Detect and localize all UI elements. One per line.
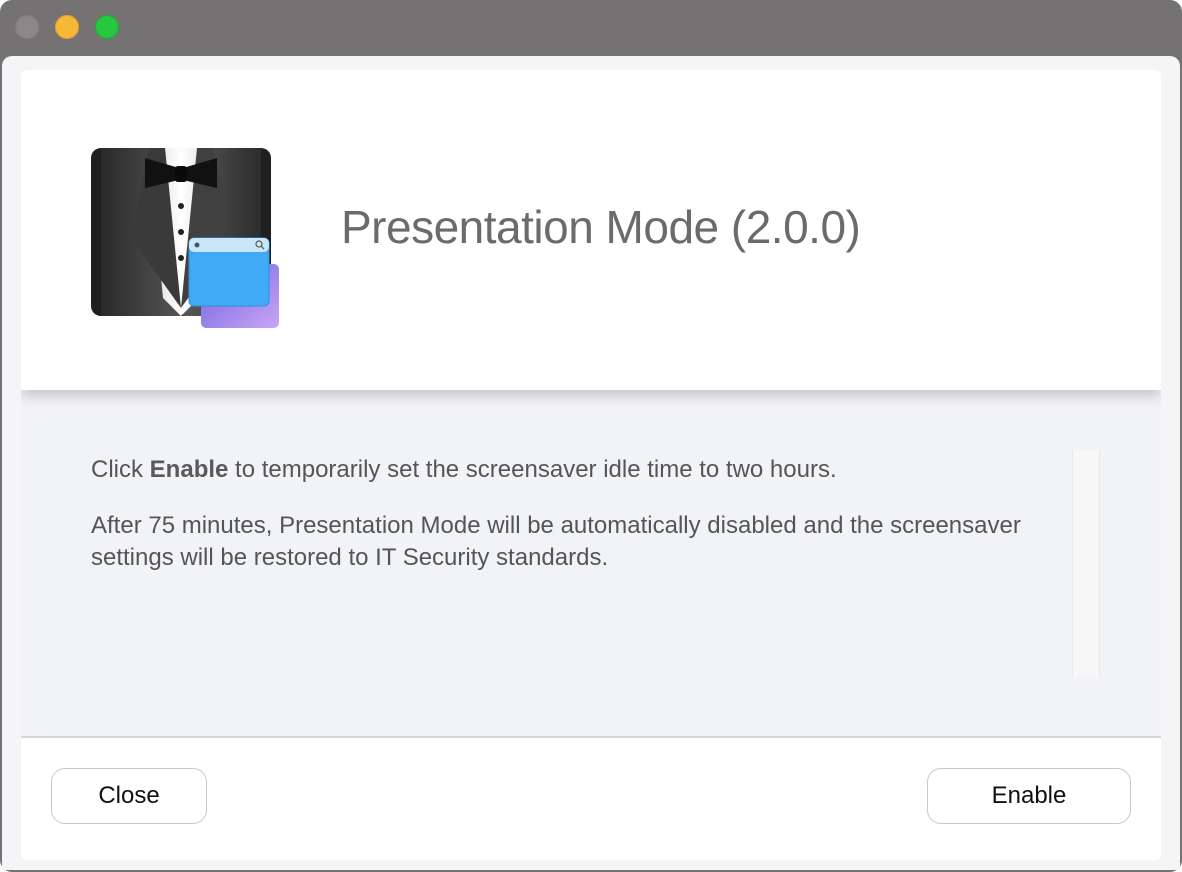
dialog-panel: Presentation Mode (2.0.0) Click Enable t… [21, 70, 1161, 860]
title-bar[interactable] [0, 0, 1182, 56]
instruction-bold-enable: Enable [149, 456, 229, 483]
dialog-header: Presentation Mode (2.0.0) [21, 70, 1161, 390]
instruction-text: Click Enable to temporarily set the scre… [91, 454, 1021, 486]
app-window: Presentation Mode (2.0.0) Click Enable t… [0, 0, 1182, 872]
minimize-window-button[interactable] [55, 15, 79, 39]
instruction-prefix: Click [91, 456, 150, 483]
window-content: Presentation Mode (2.0.0) Click Enable t… [2, 56, 1180, 870]
close-button[interactable]: Close [51, 768, 207, 824]
tuxedo-presentation-icon [91, 148, 283, 332]
scrollbar-track[interactable] [1072, 450, 1100, 677]
app-title: Presentation Mode (2.0.0) [341, 201, 861, 253]
enable-button[interactable]: Enable [927, 768, 1131, 824]
message-area: Click Enable to temporarily set the scre… [21, 390, 1161, 736]
close-window-button[interactable] [15, 15, 39, 39]
dialog-footer: Close Enable [21, 736, 1161, 860]
info-text: After 75 minutes, Presentation Mode will… [91, 512, 1021, 571]
zoom-window-button[interactable] [95, 15, 119, 39]
instruction-suffix: to temporarily set the screensaver idle … [228, 456, 837, 483]
